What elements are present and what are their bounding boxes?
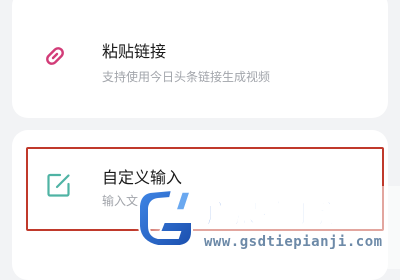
watermark: 广晟德手游 www.gsdtiepianji.com [134, 186, 400, 269]
shield-logo [134, 186, 200, 256]
paste-link-description: 支持使用今日头条链接生成视频 [102, 70, 271, 84]
paste-link-option[interactable]: 粘贴链接 支持使用今日头条链接生成视频 [12, 0, 388, 118]
watermark-title: 广晟德手游 [205, 200, 347, 231]
watermark-url: www.gsdtiepianji.com [204, 234, 383, 250]
paste-link-title: 粘贴链接 [102, 42, 167, 61]
link-icon [40, 41, 70, 75]
